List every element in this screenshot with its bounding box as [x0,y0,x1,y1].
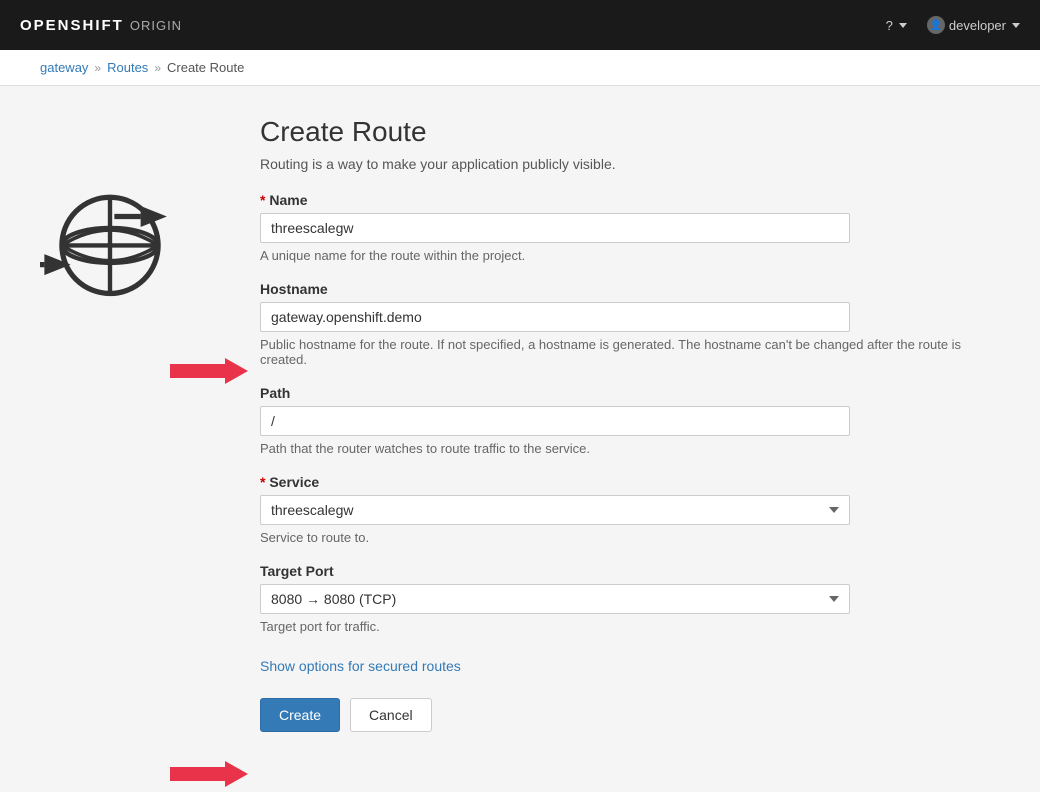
name-help: A unique name for the route within the p… [260,248,1000,263]
path-input[interactable] [260,406,850,436]
name-label: Name [260,192,1000,208]
path-help: Path that the router watches to route tr… [260,441,1000,456]
target-port-help: Target port for traffic. [260,619,1000,634]
service-select[interactable]: threescalegw [260,495,850,525]
service-label: Service [260,474,1000,490]
arrow-to-create [170,759,250,792]
path-label: Path [260,385,1000,401]
target-port-field-group: Target Port 8080 → 8080 (TCP) Target por… [260,563,1000,634]
brand: OPENSHIFT ORIGIN [20,17,182,34]
create-button[interactable]: Create [260,698,340,732]
hostname-label: Hostname [260,281,1000,297]
left-panel [40,116,260,732]
breadcrumb-routes[interactable]: Routes [107,60,148,75]
breadcrumb-sep-2: » [154,61,161,75]
name-input[interactable] [260,213,850,243]
hostname-input[interactable] [260,302,850,332]
cancel-button[interactable]: Cancel [350,698,432,732]
breadcrumb-sep-1: » [94,61,101,75]
user-icon: 👤 [927,16,945,34]
breadcrumb-gateway[interactable]: gateway [40,60,88,75]
navbar: OPENSHIFT ORIGIN ? 👤 developer [0,0,1040,50]
help-menu[interactable]: ? [886,18,907,33]
path-field-group: Path Path that the router watches to rou… [260,385,1000,456]
globe-icon-area [40,171,240,314]
brand-openshift: OPENSHIFT [20,17,124,34]
user-label: developer [949,18,1006,33]
brand-origin: ORIGIN [130,18,182,33]
service-field-group: Service threescalegw Service to route to… [260,474,1000,545]
user-menu[interactable]: 👤 developer [927,16,1020,34]
page-subtitle: Routing is a way to make your applicatio… [260,156,1000,172]
name-field-group: Name A unique name for the route within … [260,192,1000,263]
help-icon: ? [886,18,893,33]
secured-routes-link[interactable]: Show options for secured routes [260,658,461,674]
secured-routes-section: Show options for secured routes [260,652,1000,674]
chevron-down-icon [899,23,907,28]
target-port-label: Target Port [260,563,1000,579]
form-panel: Create Route Routing is a way to make yo… [260,116,1000,732]
target-port-select[interactable]: 8080 → 8080 (TCP) [260,584,850,614]
arrow-to-hostname [170,356,250,389]
breadcrumb-current: Create Route [167,60,244,75]
chevron-down-icon [1012,23,1020,28]
page-title: Create Route [260,116,1000,148]
hostname-help: Public hostname for the route. If not sp… [260,337,1000,367]
main-content: Create Route Routing is a way to make yo… [0,86,1040,762]
button-row: Create Cancel [260,698,1000,732]
globe-icon [40,171,180,311]
navbar-right: ? 👤 developer [886,16,1020,34]
service-help: Service to route to. [260,530,1000,545]
hostname-field-group: Hostname Public hostname for the route. … [260,281,1000,367]
breadcrumb: gateway » Routes » Create Route [0,50,1040,86]
